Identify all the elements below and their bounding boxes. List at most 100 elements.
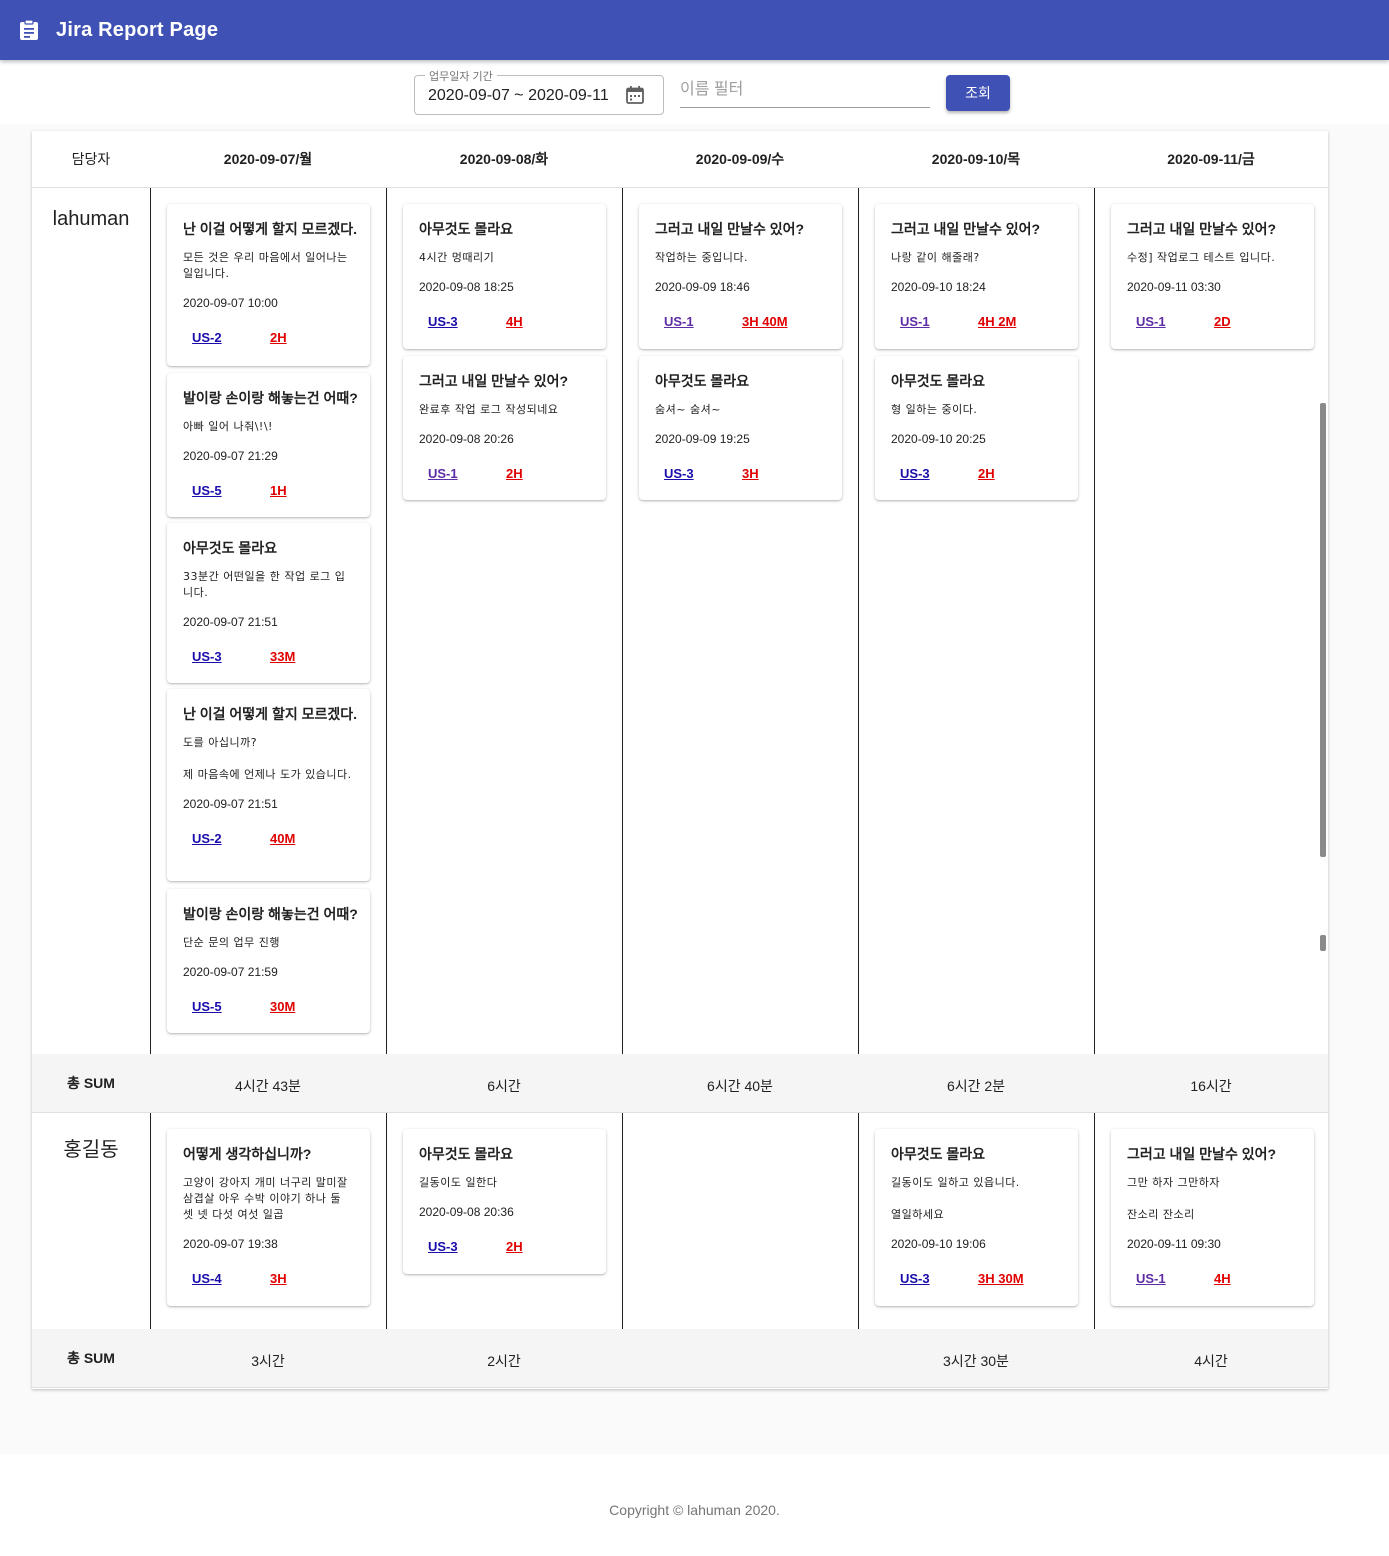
worklog-card: 아무것도 몰라요 4시간 멍때리기 2020-09-08 18:25 US-3 4… [403,204,606,349]
date-range-field[interactable]: 업무일자 기간 2020-09-07 ~ 2020-09-11 [414,68,664,115]
time-spent-link[interactable]: 4H [506,314,523,329]
time-spent-link[interactable]: 40M [270,831,295,846]
issue-key-link[interactable]: US-3 [428,314,458,329]
card-description: 길동이도 일한다 [419,1176,498,1189]
card-description: 아빠 일어 나줘\!\! [183,420,273,433]
card-description: 숨셔~ 숨셔~ [655,403,721,416]
card-datetime: 2020-09-07 21:51 [183,797,278,811]
filter-bar: 업무일자 기간 2020-09-07 ~ 2020-09-11 조회 [0,60,1389,124]
card-title: 그러고 내일 만날수 있어? [419,373,569,389]
card-title: 그러고 내일 만날수 있어? [1127,221,1277,237]
sum-value: 16시간 [1190,1078,1232,1094]
worklog-card: 그러고 내일 만날수 있어? 작업하는 중입니다. 2020-09-09 18:… [639,204,842,349]
issue-key-link[interactable]: US-1 [428,466,458,481]
time-spent-link[interactable]: 2H [506,1239,523,1254]
sum-row: 총 SUM 3시간 2시간 3시간 30분 4시간 [32,1329,1328,1388]
app-title: Jira Report Page [56,18,219,41]
date-range-value[interactable]: 2020-09-07 ~ 2020-09-11 [428,87,609,105]
time-spent-link[interactable]: 1H [270,483,287,498]
worklog-card: 아무것도 몰라요 형 일하는 중이다. 2020-09-10 20:25 US-… [875,356,1078,500]
day-header-4: 2020-09-10/목 [931,151,1021,167]
issue-key-link[interactable]: US-1 [664,314,694,329]
time-spent-link[interactable]: 3H 40M [742,314,788,329]
day-cell: 난 이걸 어떻게 할지 모르겠다. 모든 것은 우리 마음에서 일어나는 일입니… [150,188,386,1054]
time-spent-link[interactable]: 2H [978,466,995,481]
sum-label: 총 SUM [67,1350,115,1366]
card-datetime: 2020-09-08 20:26 [419,432,514,446]
card-description: 4시간 멍때리기 [419,251,495,264]
card-datetime: 2020-09-07 21:51 [183,615,278,629]
card-datetime: 2020-09-08 20:36 [419,1205,514,1219]
card-datetime: 2020-09-10 18:24 [891,280,986,294]
issue-key-link[interactable]: US-4 [192,1271,222,1286]
scrollbar-handle[interactable] [1320,935,1326,951]
card-title: 어떻게 생각하십니까? [183,1146,312,1162]
day-header-3: 2020-09-09/수 [695,151,785,167]
time-spent-link[interactable]: 33M [270,649,295,664]
issue-key-link[interactable]: US-2 [192,330,222,345]
worklog-card: 그러고 내일 만날수 있어? 완료후 작업 로그 작성되네요 2020-09-0… [403,356,606,500]
name-filter-input[interactable] [680,78,930,99]
search-button[interactable]: 조회 [946,75,1010,111]
sum-value: 6시간 40분 [707,1078,773,1094]
worklog-card: 아무것도 몰라요 33분간 어떤일을 한 작업 로그 입니다. 2020-09-… [167,523,370,683]
card-datetime: 2020-09-07 21:29 [183,449,278,463]
day-cell [622,1113,858,1329]
scrollbar-thumb[interactable] [1320,403,1326,857]
issue-key-link[interactable]: US-2 [192,831,222,846]
issue-key-link[interactable]: US-1 [900,314,930,329]
worklog-card: 난 이걸 어떻게 할지 모르겠다. 도를 아십니까? 제 마음속에 언제나 도가 … [167,689,370,881]
card-description: 완료후 작업 로그 작성되네요 [419,403,559,416]
issue-key-link[interactable]: US-1 [1136,1271,1166,1286]
name-filter-field [680,78,930,108]
worklog-card: 발이랑 손이랑 해놓는건 어때? 단순 문의 업무 진행 2020-09-07 … [167,889,370,1033]
card-description: 도를 아십니까? 제 마음속에 언제나 도가 있습니다. [183,736,352,781]
date-range-label: 업무일자 기간 [425,68,497,84]
calendar-icon[interactable] [625,85,645,105]
issue-key-link[interactable]: US-3 [192,649,222,664]
clipboard-icon [18,19,40,41]
card-title: 발이랑 손이랑 해놓는건 어때? [183,390,358,406]
user-name: lahuman [52,208,130,230]
time-spent-link[interactable]: 3H [742,466,759,481]
time-spent-link[interactable]: 2D [1214,314,1231,329]
issue-key-link[interactable]: US-3 [900,1271,930,1286]
card-title: 난 이걸 어떻게 할지 모르겠다. [183,706,358,722]
card-title: 아무것도 몰라요 [419,221,514,237]
card-datetime: 2020-09-10 19:06 [891,1237,986,1251]
card-description: 33분간 어떤일을 한 작업 로그 입니다. [183,570,346,599]
card-title: 발이랑 손이랑 해놓는건 어때? [183,906,358,922]
day-cell: 아무것도 몰라요 길동이도 일한다 2020-09-08 20:36 US-3 2… [386,1113,622,1329]
card-datetime: 2020-09-10 20:25 [891,432,986,446]
worklog-card: 아무것도 몰라요 길동이도 일하고 있읍니다. 열일하세요 2020-09-10 … [875,1129,1078,1306]
report-table: 담당자 2020-09-07/월 2020-09-08/화 2020-09-09… [32,131,1328,1389]
card-description: 단순 문의 업무 진행 [183,936,280,949]
time-spent-link[interactable]: 3H 30M [978,1271,1024,1286]
card-datetime: 2020-09-11 09:30 [1127,1237,1221,1251]
card-title: 아무것도 몰라요 [891,1146,986,1162]
card-description: 수정] 작업로그 테스트 입니다. [1127,251,1276,264]
time-spent-link[interactable]: 30M [270,999,295,1014]
owner-header: 담당자 [71,151,111,167]
sum-value: 6시간 [487,1078,521,1094]
user-section-lahuman: lahuman 난 이걸 어떻게 할지 모르겠다. 모든 것은 우리 마음에서 … [32,188,1328,1054]
card-title: 아무것도 몰라요 [419,1146,514,1162]
issue-key-link[interactable]: US-1 [1136,314,1166,329]
time-spent-link[interactable]: 4H [1214,1271,1231,1286]
card-title: 난 이걸 어떻게 할지 모르겠다. [183,221,358,237]
user-name: 홍길동 [63,1139,119,1161]
issue-key-link[interactable]: US-5 [192,999,222,1014]
worklog-card: 아무것도 몰라요 길동이도 일한다 2020-09-08 20:36 US-3 2… [403,1129,606,1274]
time-spent-link[interactable]: 2H [506,466,523,481]
sum-value: 3시간 30분 [943,1353,1009,1369]
time-spent-link[interactable]: 3H [270,1271,287,1286]
worklog-card: 그러고 내일 만날수 있어? 나랑 같이 해줄래? 2020-09-10 18:… [875,204,1078,349]
issue-key-link[interactable]: US-3 [664,466,694,481]
day-cell: 그러고 내일 만날수 있어? 그만 하자 그만하자 잔소리 잔소리 2020-09… [1094,1113,1328,1329]
time-spent-link[interactable]: 2H [270,330,287,345]
issue-key-link[interactable]: US-3 [428,1239,458,1254]
time-spent-link[interactable]: 4H 2M [978,314,1016,329]
day-cell: 그러고 내일 만날수 있어? 나랑 같이 해줄래? 2020-09-10 18:… [858,188,1094,1054]
issue-key-link[interactable]: US-3 [900,466,930,481]
issue-key-link[interactable]: US-5 [192,483,222,498]
